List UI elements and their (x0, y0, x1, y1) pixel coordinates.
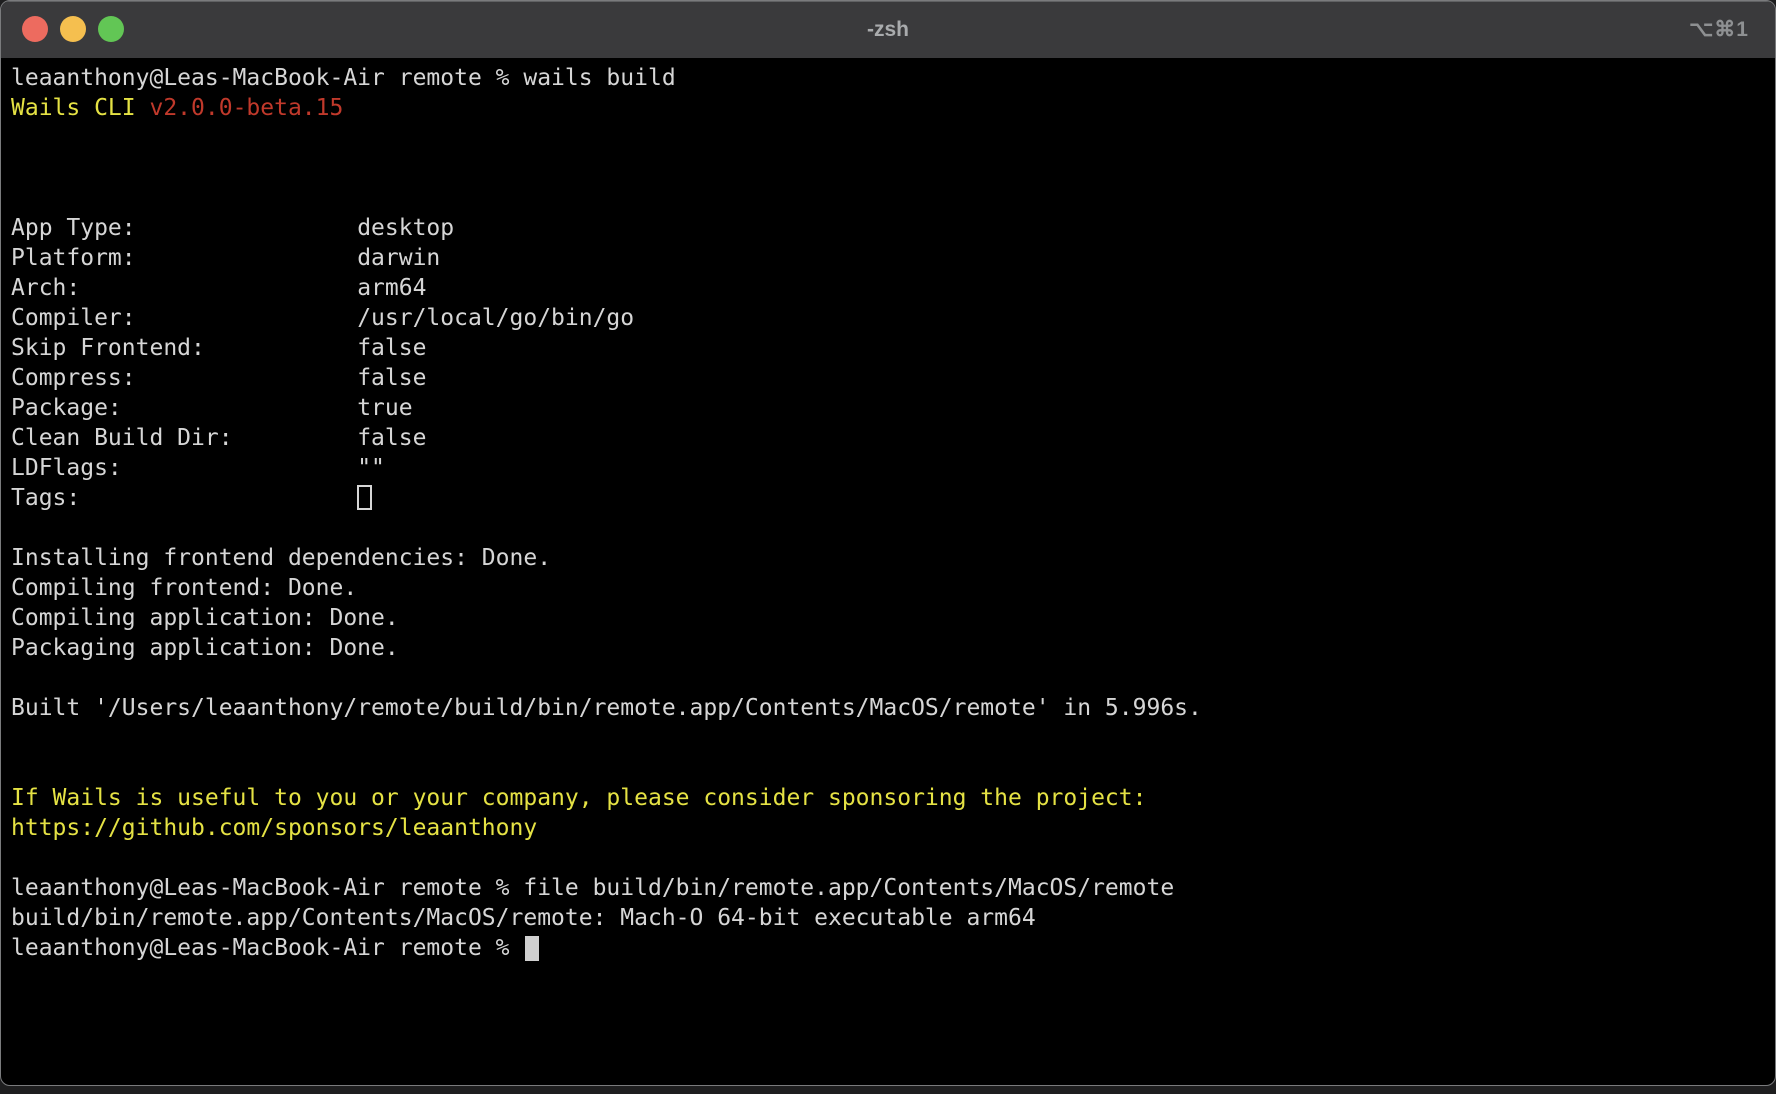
traffic-lights (22, 16, 124, 42)
terminal-text-segment: Compiling application: Done. (11, 605, 399, 631)
terminal-cursor (525, 936, 539, 961)
terminal-line: If Wails is useful to you or your compan… (11, 783, 1775, 813)
window-title: -zsh (1, 1, 1775, 58)
terminal-line: leaanthony@Leas-MacBook-Air remote % wai… (11, 63, 1775, 93)
terminal-text-segment: Wails CLI (11, 95, 149, 121)
terminal-line (11, 843, 1775, 873)
terminal-line: Tags: (11, 483, 1775, 513)
terminal-line: Compiling frontend: Done. (11, 573, 1775, 603)
terminal-line (11, 723, 1775, 753)
terminal-text-segment: Packaging application: Done. (11, 635, 399, 661)
terminal-line: Built '/Users/leaanthony/remote/build/bi… (11, 693, 1775, 723)
terminal-text-segment: Built '/Users/leaanthony/remote/build/bi… (11, 695, 1202, 721)
terminal-line: Skip Frontend: false (11, 333, 1775, 363)
config-value: /usr/local/go/bin/go (357, 305, 634, 331)
terminal-line: build/bin/remote.app/Contents/MacOS/remo… (11, 903, 1775, 933)
config-value: false (357, 335, 426, 361)
terminal-line: Compiler: /usr/local/go/bin/go (11, 303, 1775, 333)
terminal-text-segment: If Wails is useful to you or your compan… (11, 785, 1146, 811)
terminal-line: Installing frontend dependencies: Done. (11, 543, 1775, 573)
config-label: Compress: (11, 365, 357, 391)
config-value: "" (357, 455, 385, 481)
terminal-text-segment: Installing frontend dependencies: Done. (11, 545, 551, 571)
terminal-line (11, 153, 1775, 183)
terminal-line (11, 753, 1775, 783)
zoom-button[interactable] (98, 16, 124, 42)
config-value: desktop (357, 215, 454, 241)
config-label: Platform: (11, 245, 357, 271)
terminal-line: leaanthony@Leas-MacBook-Air remote % fil… (11, 873, 1775, 903)
config-label: Compiler: (11, 305, 357, 331)
keyboard-shortcut-badge: ⌥⌘1 (1689, 1, 1749, 58)
config-label: Arch: (11, 275, 357, 301)
terminal-line: Clean Build Dir: false (11, 423, 1775, 453)
terminal-line: Wails CLI v2.0.0-beta.15 (11, 93, 1775, 123)
terminal-line: Package: true (11, 393, 1775, 423)
terminal-text-segment: Compiling frontend: Done. (11, 575, 357, 601)
terminal-line: Arch: arm64 (11, 273, 1775, 303)
terminal-line: Compiling application: Done. (11, 603, 1775, 633)
config-value: false (357, 425, 426, 451)
minimize-button[interactable] (60, 16, 86, 42)
terminal-text-segment: https://github.com/sponsors/leaanthony (11, 815, 537, 841)
config-value: arm64 (357, 275, 426, 301)
terminal-line: Compress: false (11, 363, 1775, 393)
terminal-output[interactable]: leaanthony@Leas-MacBook-Air remote % wai… (1, 58, 1775, 963)
titlebar[interactable]: -zsh ⌥⌘1 (1, 1, 1775, 58)
terminal-line (11, 663, 1775, 693)
config-label: App Type: (11, 215, 357, 241)
terminal-line (11, 123, 1775, 153)
terminal-line (11, 513, 1775, 543)
config-label: Tags: (11, 485, 357, 511)
terminal-text-segment: v2.0.0-beta.15 (149, 95, 343, 121)
empty-box-glyph (357, 485, 372, 510)
terminal-text-segment: leaanthony@Leas-MacBook-Air remote % fil… (11, 875, 1174, 901)
terminal-text-segment: build/bin/remote.app/Contents/MacOS/remo… (11, 905, 1036, 931)
terminal-line: leaanthony@Leas-MacBook-Air remote % (11, 933, 1775, 963)
terminal-line: Platform: darwin (11, 243, 1775, 273)
terminal-line: LDFlags: "" (11, 453, 1775, 483)
config-label: Package: (11, 395, 357, 421)
config-value: false (357, 365, 426, 391)
config-value: darwin (357, 245, 440, 271)
terminal-line: App Type: desktop (11, 213, 1775, 243)
config-label: Skip Frontend: (11, 335, 357, 361)
terminal-text-segment: leaanthony@Leas-MacBook-Air remote % (11, 935, 523, 961)
terminal-line (11, 183, 1775, 213)
terminal-line: Packaging application: Done. (11, 633, 1775, 663)
config-value: true (357, 395, 412, 421)
terminal-line: https://github.com/sponsors/leaanthony (11, 813, 1775, 843)
config-label: LDFlags: (11, 455, 357, 481)
terminal-text-segment: leaanthony@Leas-MacBook-Air remote % wai… (11, 65, 676, 91)
terminal-window: -zsh ⌥⌘1 leaanthony@Leas-MacBook-Air rem… (0, 0, 1776, 1086)
close-button[interactable] (22, 16, 48, 42)
config-label: Clean Build Dir: (11, 425, 357, 451)
